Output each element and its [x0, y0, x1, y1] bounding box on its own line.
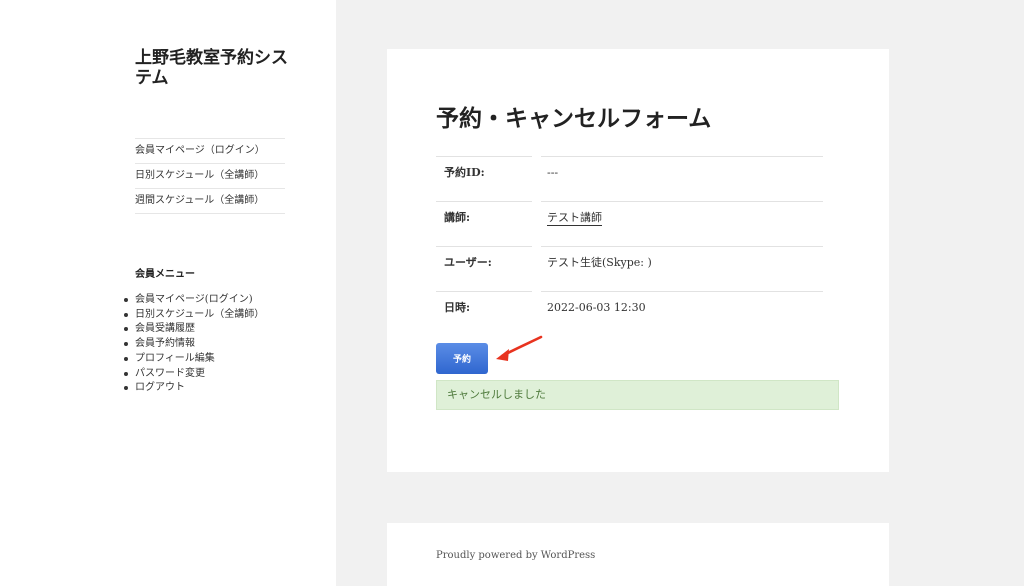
row-label: 講師: [436, 201, 532, 245]
site-footer: Proudly powered by WordPress [387, 523, 889, 586]
footer-credit[interactable]: Proudly powered by WordPress [436, 550, 595, 561]
table-row: 予約ID: --- [436, 156, 823, 201]
member-menu-item-history[interactable]: 会員受講履歴 [123, 322, 264, 337]
teacher-link[interactable]: テスト講師 [547, 211, 602, 226]
annotation-arrow-icon [496, 335, 543, 361]
datetime-value: 2022-06-03 12:30 [541, 291, 823, 335]
member-menu-item-reservations[interactable]: 会員予約情報 [123, 337, 264, 352]
user-value: テスト生徒(Skype: ) [541, 246, 823, 290]
member-menu-item-password[interactable]: パスワード変更 [123, 367, 264, 382]
reservation-card: 予約・キャンセルフォーム 予約ID: --- 講師: テスト講師 ユーザー: テ… [387, 49, 889, 472]
reservation-id-value: --- [541, 156, 823, 200]
nav-item-daily-schedule[interactable]: 日別スケジュール（全講師） [135, 164, 285, 189]
main-nav: 会員マイページ（ログイン） 日別スケジュール（全講師） 週間スケジュール（全講師… [135, 138, 285, 214]
member-menu-item-daily-schedule[interactable]: 日別スケジュール（全講師） [123, 308, 264, 323]
table-row: 日時: 2022-06-03 12:30 [436, 291, 823, 336]
member-menu-item-mypage[interactable]: 会員マイページ(ログイン) [123, 293, 264, 308]
nav-item-mypage[interactable]: 会員マイページ（ログイン） [135, 139, 285, 164]
row-label: 予約ID: [436, 156, 532, 200]
teacher-value: テスト講師 [541, 201, 823, 245]
row-label: ユーザー: [436, 246, 532, 290]
site-title[interactable]: 上野毛教室予約システム [135, 48, 295, 88]
member-menu-item-logout[interactable]: ログアウト [123, 381, 264, 396]
reservation-table: 予約ID: --- 講師: テスト講師 ユーザー: テスト生徒(Skype: )… [436, 156, 823, 336]
member-menu-item-profile[interactable]: プロフィール編集 [123, 352, 264, 367]
nav-item-weekly-schedule[interactable]: 週間スケジュール（全講師） [135, 189, 285, 214]
sidebar: 上野毛教室予約システム 会員マイページ（ログイン） 日別スケジュール（全講師） … [0, 0, 336, 586]
row-label: 日時: [436, 291, 532, 335]
cancel-notice: キャンセルしました [436, 380, 839, 410]
page-title: 予約・キャンセルフォーム [436, 105, 712, 132]
reserve-button[interactable]: 予約 [436, 343, 488, 374]
table-row: 講師: テスト講師 [436, 201, 823, 246]
table-row: ユーザー: テスト生徒(Skype: ) [436, 246, 823, 291]
member-menu: 会員マイページ(ログイン) 日別スケジュール（全講師） 会員受講履歴 会員予約情… [123, 293, 264, 396]
member-menu-title: 会員メニュー [135, 269, 195, 280]
